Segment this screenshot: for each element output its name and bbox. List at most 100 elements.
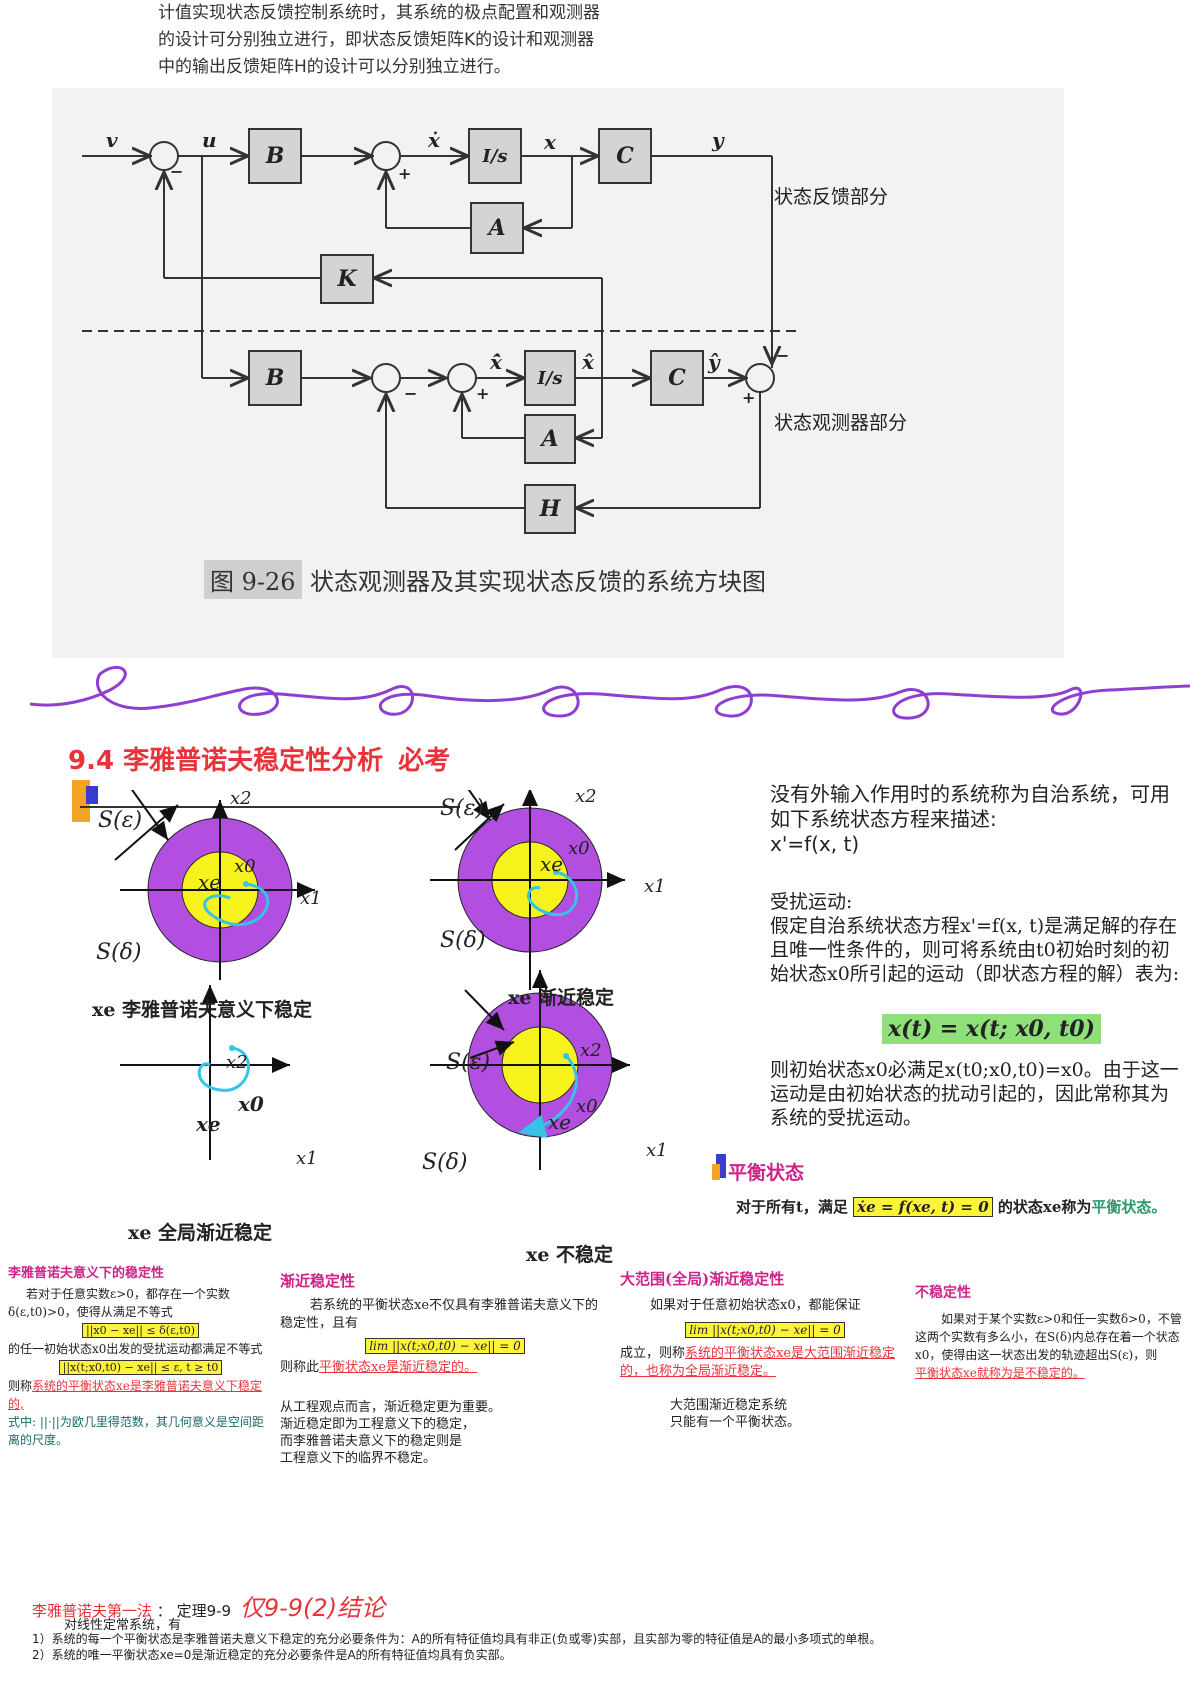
handwritten-note: 仅9-9(2)结论 xyxy=(239,1594,386,1622)
region-observer-label: 状态观测器部分 xyxy=(774,412,908,434)
signal-xhat: x̂ xyxy=(582,350,594,374)
box4-title: 不稳定性 xyxy=(915,1285,971,1301)
plot2-s-eps: S(ε) xyxy=(440,796,485,821)
sign-plus: + xyxy=(476,384,490,403)
autonomous-equation: x'=f(x, t) xyxy=(770,832,860,856)
block-K: K xyxy=(320,254,374,304)
plot1-caption: xe 李雅普诺夫意义下稳定 xyxy=(92,999,313,1021)
plot4-xe: xe xyxy=(548,1110,572,1134)
perturbed-motion-text: 受扰运动: 假定自治系统状态方程x'=f(x, t)是满足解的存在且唯一性条件的… xyxy=(770,890,1180,986)
box2-note: 从工程观点而言，渐近稳定更为重要。 xyxy=(280,1400,502,1415)
box3-eq: lim ||x(t;x0,t0) − xe|| = 0 xyxy=(685,1322,845,1338)
block-A-top: A xyxy=(470,202,524,254)
decorative-bar-orange xyxy=(712,1164,720,1180)
sign-minus: − xyxy=(404,384,418,403)
plot1-x2: x2 xyxy=(230,788,252,809)
intro-line: 计值实现状态反馈控制系统时，其系统的极点配置和观测器 xyxy=(158,3,600,23)
box2-notes: 从工程观点而言，渐近稳定更为重要。 渐近稳定即为工程意义下的稳定， 而李雅普诺夫… xyxy=(280,1399,610,1467)
plot3-x2: x2 xyxy=(226,1052,248,1073)
plot4-x0: x0 xyxy=(576,1096,598,1117)
plot3-x0: x0 xyxy=(238,1092,264,1116)
intro-line: 的设计可分别独立进行，即状态反馈矩阵K的设计和观测器 xyxy=(158,30,595,50)
plot4-s-eps: S(ε) xyxy=(446,1050,491,1075)
equilibrium-term: 平衡状态。 xyxy=(1091,1198,1167,1216)
box3-note: 大范围渐近稳定系统 xyxy=(670,1398,788,1413)
box4-line1: 如果对于某个实数ε>0和任一实数δ>0，不管这两个实数有多么小，在S(δ)内总存… xyxy=(915,1312,1182,1362)
solution-equation: x(t) = x(t; x0, t0) xyxy=(882,1014,1101,1044)
global-stability-box: 大范围(全局)渐近稳定性 如果对于任意初始状态x0，都能保证 lim ||x(t… xyxy=(620,1268,910,1431)
equilibrium-equation: ẋe = f(xe, t) = 0 xyxy=(853,1197,993,1217)
signal-yhat: ŷ xyxy=(708,350,720,374)
autonomous-text: 没有外输入作用时的系统称为自治系统，可用如下系统状态方程来描述: x'=f(x,… xyxy=(770,782,1180,857)
section-title: 9.4 李雅普诺夫稳定性分析 必考 xyxy=(68,740,450,777)
block-A-bottom: A xyxy=(524,414,576,464)
autonomous-desc: 没有外输入作用时的系统称为自治系统，可用如下系统状态方程来描述: xyxy=(770,782,1170,831)
sign-minus: − xyxy=(170,162,184,181)
plot3-caption: xe 全局渐近稳定 xyxy=(128,1222,273,1244)
box2-line1: 若系统的平衡状态xe不仅具有李雅普诺夫意义下的稳定性，且有 xyxy=(280,1298,599,1331)
stability-plots xyxy=(114,790,630,1170)
plot2-x0: x0 xyxy=(568,838,590,859)
equilibrium-pre: 对于所有t，满足 xyxy=(736,1198,848,1216)
asymptotic-stability-box: 渐近稳定性 若系统的平衡状态xe不仅具有李雅普诺夫意义下的稳定性，且有 lim … xyxy=(280,1270,610,1467)
box1-line3a: 则称 xyxy=(8,1379,33,1393)
signal-x: x xyxy=(544,130,556,154)
plot2-xe: xe xyxy=(540,852,564,876)
plot2-s-delta: S(δ) xyxy=(440,928,486,953)
sign-minus: − xyxy=(776,346,790,365)
signal-v: v xyxy=(106,128,118,152)
signal-xdot: ẋ xyxy=(428,128,440,152)
plot2-x2: x2 xyxy=(575,786,597,807)
block-C-top: C xyxy=(598,128,652,184)
box2-note: 渐近稳定即为工程意义下的稳定， xyxy=(280,1417,476,1432)
figure-number: 图 9-26 xyxy=(204,560,302,599)
box3-notes: 大范围渐近稳定系统 只能有一个平衡状态。 xyxy=(670,1397,910,1431)
equilibrium-post: 的状态xe称为 xyxy=(997,1198,1092,1216)
box2-line2a: 则称此 xyxy=(280,1360,320,1375)
plot1-x1: x1 xyxy=(300,888,322,909)
box1-line2: 的任一初始状态x0出发的受扰运动都满足不等式 xyxy=(8,1342,263,1356)
section-title-text: 9.4 李雅普诺夫稳定性分析 xyxy=(68,746,384,776)
box1-eq1: ||x0 − xe|| ≤ δ(ε,t0) xyxy=(82,1323,199,1338)
box1-line4: 式中: ||·||为欧几里得范数，其几何意义是空间距离的尺度。 xyxy=(8,1415,264,1447)
equilibrium-title: 平衡状态 xyxy=(728,1162,805,1184)
handwritten-squiggle xyxy=(29,665,1191,720)
box3-line2a: 成立，则称 xyxy=(620,1346,686,1361)
box2-eq: lim ||x(t;x0,t0) − xe|| = 0 xyxy=(365,1338,525,1354)
box2-note: 而李雅普诺夫意义下的稳定则是 xyxy=(280,1434,463,1449)
plot2-caption: xe 渐近稳定 xyxy=(508,987,615,1009)
block-C-bottom: C xyxy=(650,350,704,406)
plot4-x2: x2 xyxy=(580,1040,602,1061)
section-note: 必考 xyxy=(398,746,451,776)
box1-line1: 若对于任意实数ε>0，都存在一个实数δ(ε,t0)>0，使得从满足不等式 xyxy=(8,1287,230,1319)
signal-u: u xyxy=(202,128,217,152)
sign-plus: + xyxy=(742,388,756,407)
box2-note: 工程意义下的临界不稳定。 xyxy=(280,1451,437,1466)
first-method-condition-2: 2）系统的唯一平衡状态xe=0是渐近稳定的充分必要条件是A的所有特征值均具有负实… xyxy=(32,1648,512,1662)
plot1-s-delta: S(δ) xyxy=(96,940,142,965)
instability-box: 不稳定性 如果对于某个实数ε>0和任一实数δ>0，不管这两个实数有多么小，在S(… xyxy=(915,1282,1185,1382)
box4-line2: 平衡状态xe就称为是不稳定的。 xyxy=(915,1366,1085,1380)
plot1-xe: xe xyxy=(198,870,222,894)
box1-title: 李雅普诺夫意义下的稳定性 xyxy=(8,1266,165,1281)
plot1-x0: x0 xyxy=(234,856,256,877)
plot1-s-eps: S(ε) xyxy=(98,808,143,833)
plot4-caption: xe 不稳定 xyxy=(526,1244,614,1266)
signal-y: y xyxy=(712,128,724,152)
plot2-x1: x1 xyxy=(644,876,666,897)
first-method-condition-1: 1）系统的每一个平衡状态是李雅普诺夫意义下稳定的充分必要条件为：A的所有特征值均… xyxy=(32,1632,882,1646)
lyapunov-stability-box: 李雅普诺夫意义下的稳定性 若对于任意实数ε>0，都存在一个实数δ(ε,t0)>0… xyxy=(8,1262,273,1452)
region-feedback-label: 状态反馈部分 xyxy=(774,186,889,208)
perturbed-title: 受扰运动: xyxy=(770,891,853,913)
plot3-xe: xe xyxy=(196,1112,221,1136)
perturbed-desc: 假定自治系统状态方程x'=f(x, t)是满足解的存在且唯一性条件的，则可将系统… xyxy=(770,915,1180,985)
plot3-x1: x1 xyxy=(296,1148,318,1169)
block-integrator-bottom: I/s xyxy=(524,350,576,406)
box2-title: 渐近稳定性 xyxy=(280,1272,356,1290)
block-integrator-top: I/s xyxy=(468,128,522,184)
sign-plus: + xyxy=(398,164,412,183)
box1-eq2: ||x(t;x0,t0) − xe|| ≤ ε, t ≥ t0 xyxy=(58,1360,223,1375)
signal-xhatdot: x̂̇ xyxy=(490,350,502,374)
block-B-top: B xyxy=(248,128,302,184)
equilibrium-definition: 对于所有t，满足 ẋe = f(xe, t) = 0 的状态xe称为平衡状态。 xyxy=(736,1196,1166,1217)
